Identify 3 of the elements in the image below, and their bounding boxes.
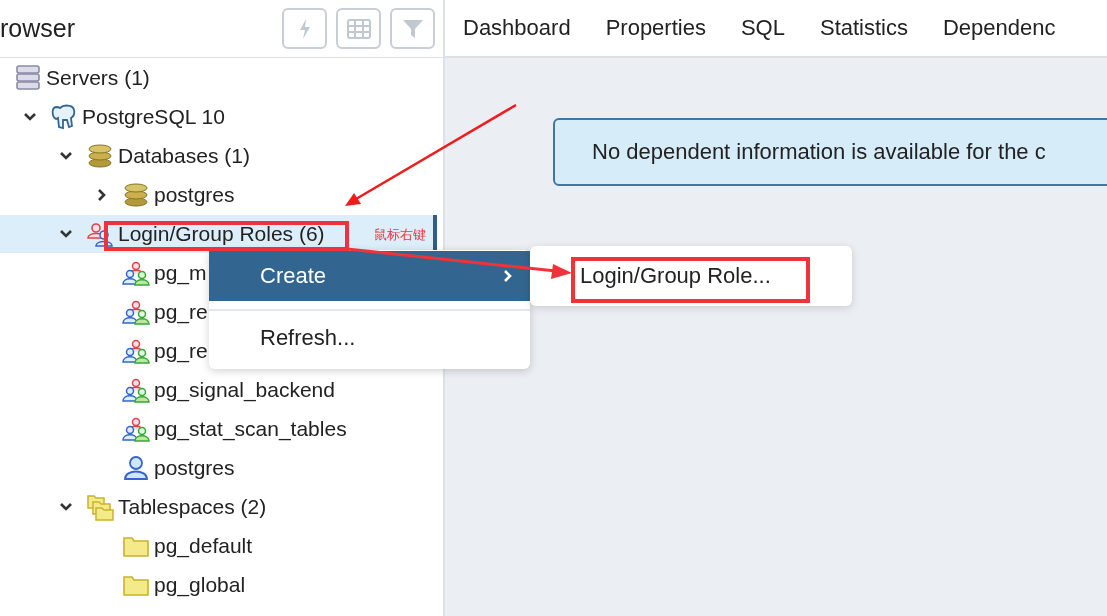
annotation-note: 鼠标右键 — [374, 226, 426, 244]
panel-title: rowser — [0, 14, 75, 43]
alert-message: No dependent information is available for the c — [592, 139, 1046, 165]
